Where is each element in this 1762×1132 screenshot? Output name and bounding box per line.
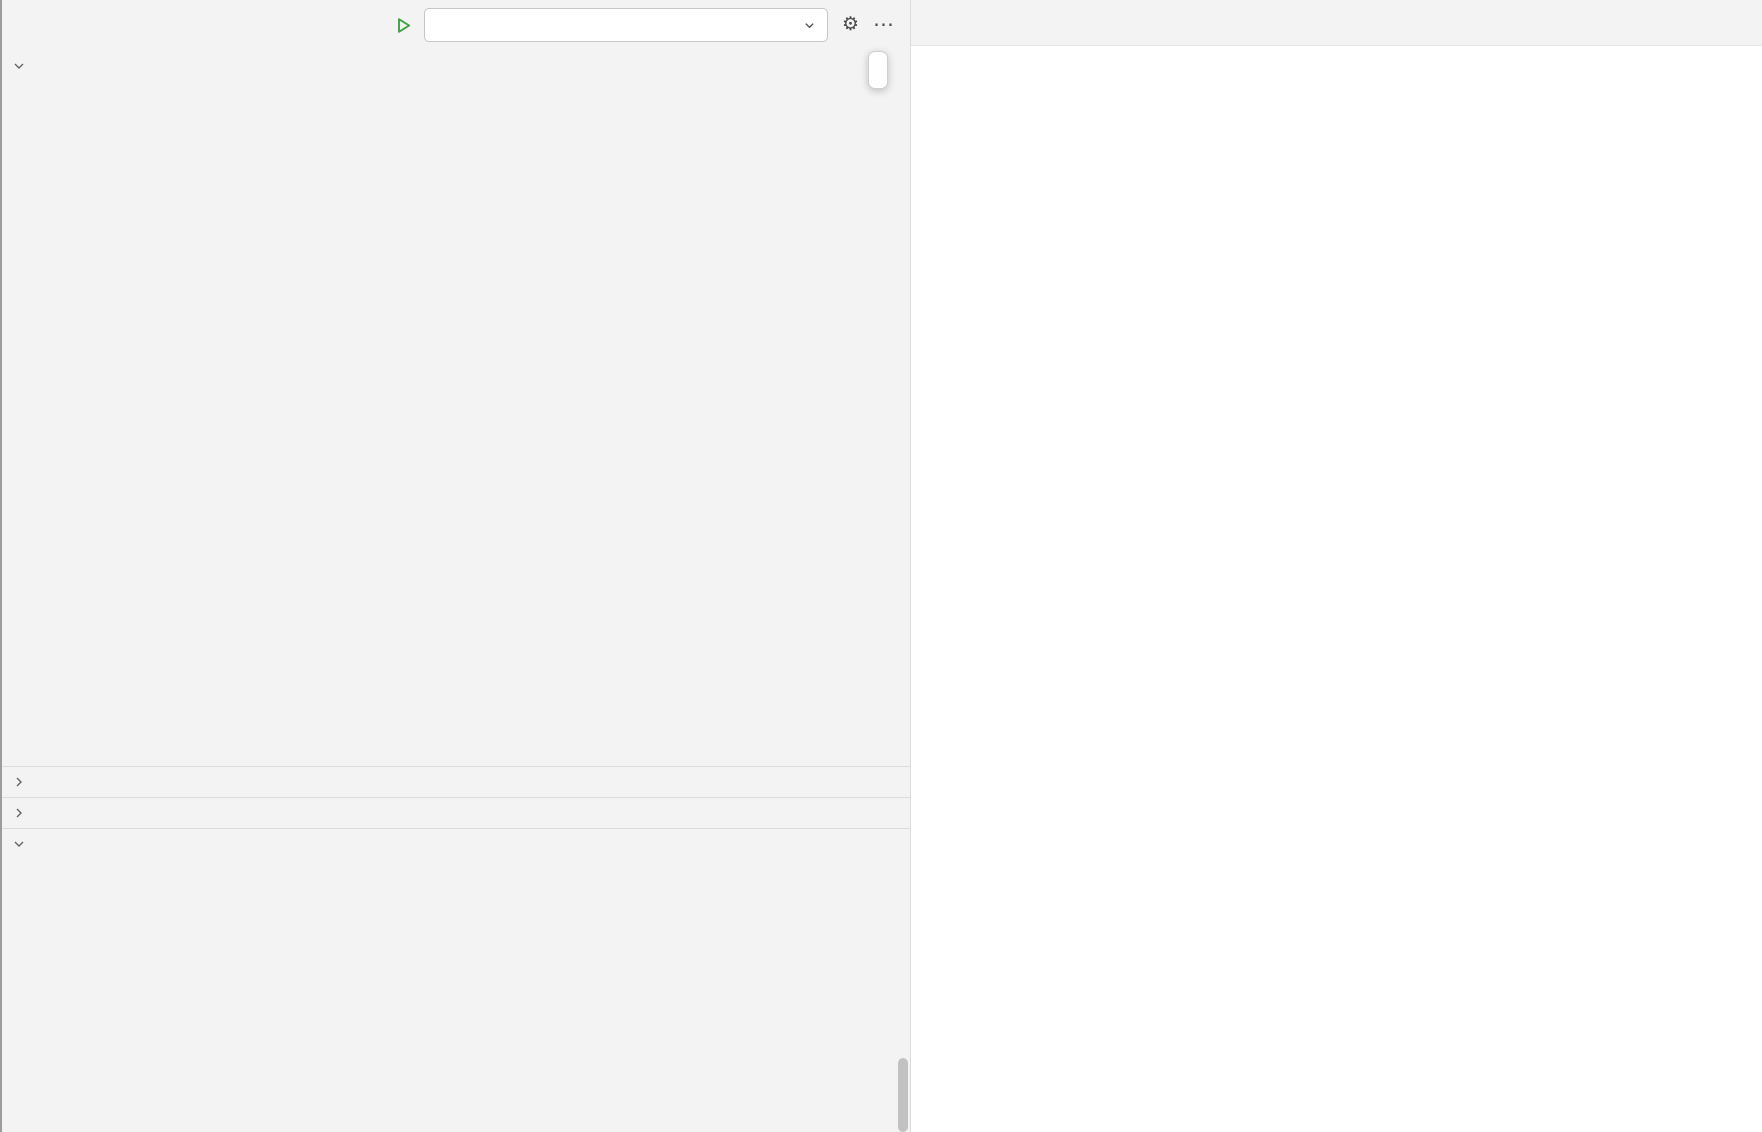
section-breakpoints[interactable] (2, 828, 910, 859)
panel-scrollbar[interactable] (898, 1058, 908, 1132)
editor-area (911, 0, 1762, 1132)
chevron-right-icon (10, 774, 28, 790)
gear-icon[interactable]: ⚙ (842, 8, 859, 42)
vscode-debug-window: ⚙ ⋯ (0, 0, 1762, 1132)
run-and-debug-panel: ⚙ ⋯ (0, 0, 911, 1132)
code-editor[interactable] (911, 46, 1762, 1132)
chevron-down-icon (802, 18, 817, 33)
tab-bar (911, 0, 1762, 46)
chevron-right-icon (10, 805, 28, 821)
debug-config-bar: ⚙ ⋯ (390, 8, 895, 42)
more-actions-icon[interactable]: ⋯ (873, 8, 895, 42)
debug-config-dropdown[interactable] (424, 8, 828, 42)
section-call-stack[interactable] (2, 797, 910, 828)
chevron-down-icon (10, 58, 28, 74)
section-watch[interactable] (2, 766, 910, 797)
section-variables[interactable] (2, 50, 910, 81)
chevron-down-icon (10, 836, 28, 852)
debug-toolbar (868, 51, 888, 89)
start-debug-icon[interactable] (390, 8, 416, 42)
